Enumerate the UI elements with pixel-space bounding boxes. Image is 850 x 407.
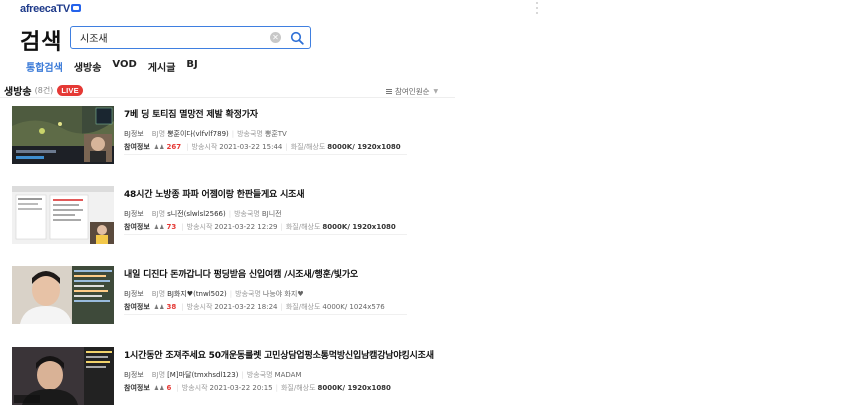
live-badge: LIVE xyxy=(57,85,83,96)
sort-dropdown[interactable]: 참여인원순 ▼ xyxy=(386,86,438,97)
section-count: (8건) xyxy=(34,86,54,95)
chevron-down-icon: ▼ xyxy=(433,88,439,95)
person-thumbnail-image xyxy=(12,347,114,405)
start-time: 2021-03-22 18:24 xyxy=(214,303,278,311)
viewer-count: 38 xyxy=(166,303,177,311)
search-icon[interactable] xyxy=(290,31,304,45)
viewer-count: 267 xyxy=(166,143,182,151)
clear-icon[interactable]: ✕ xyxy=(270,32,281,43)
person-icon: ♟♟ xyxy=(153,223,165,231)
person-icon: ♟♟ xyxy=(153,384,165,392)
bj-info-row: BJ정보 BJ명 뽕훈이다(vlfvlf789) | 방송국명 뽕훈TV xyxy=(124,129,287,139)
person-icon: ♟♟ xyxy=(153,143,165,151)
sort-label: 참여인원순 xyxy=(395,87,430,96)
participation-row: 참여정보 ♟♟ 267 | 방송시작 2021-03-22 15:44 | 화질… xyxy=(124,143,401,151)
participation-row: 참여정보 ♟♟ 6 | 방송시작 2021-03-22 20:15 | 화질/해… xyxy=(124,384,391,392)
start-time: 2021-03-22 12:29 xyxy=(214,223,278,231)
station-link[interactable]: 뽕훈TV xyxy=(265,129,287,139)
search-box[interactable]: ✕ xyxy=(70,26,311,49)
afreecatv-logo[interactable]: afreecaTV xyxy=(20,3,81,15)
live-section-header: 생방송 (8건) LIVE xyxy=(4,83,83,98)
stream-card[interactable]: 7베 딩 토티짐 멸망전 제발 확정가자 BJ정보 BJ명 뽕훈이다(vlfvl… xyxy=(12,106,452,166)
bj-info-row: BJ정보 BJ명 [M]마달(tmxhsdl123) | 방송국명 MADAM xyxy=(124,370,302,380)
kebab-menu-icon[interactable] xyxy=(535,2,539,14)
person-thumbnail-image xyxy=(12,266,114,324)
viewer-count: 73 xyxy=(166,223,177,231)
stream-card[interactable]: 48시간 노방종 파파 어젬이랑 한판들게요 시조새 BJ정보 BJ명 s니전(… xyxy=(12,186,452,246)
tab-live[interactable]: 생방송 xyxy=(74,59,102,74)
bj-name-link[interactable]: BJ화지♥(tnwl502) xyxy=(167,289,227,299)
divider xyxy=(0,97,455,98)
stream-thumbnail[interactable] xyxy=(12,266,114,324)
tv-logo-icon xyxy=(70,4,81,12)
bj-name-link[interactable]: 뽕훈이다(vlfvlf789) xyxy=(167,129,229,139)
tab-bj[interactable]: BJ xyxy=(186,59,197,74)
participation-row: 참여정보 ♟♟ 73 | 방송시작 2021-03-22 12:29 | 화질/… xyxy=(124,223,396,231)
bj-name-link[interactable]: s니전(slwlsl2566) xyxy=(167,209,226,219)
tab-integrated-search[interactable]: 통합검색 xyxy=(26,59,63,74)
station-link[interactable]: BJ니전 xyxy=(262,209,282,219)
stream-title[interactable]: 1시간동안 조져주세요 50개운동룰렛 고민상담업펑소통먹방신입남캠강남야킹시조… xyxy=(124,348,434,361)
game-thumbnail-image xyxy=(12,106,114,164)
quality-value: 8000K/ 1920x1080 xyxy=(322,223,396,231)
search-input[interactable] xyxy=(80,32,270,43)
quality-value: 8000K/ 1920x1080 xyxy=(317,384,391,392)
sort-icon xyxy=(386,89,392,94)
divider xyxy=(124,314,407,315)
tab-posts[interactable]: 게시글 xyxy=(148,59,176,74)
quality-value: 4000K/ 1024x576 xyxy=(322,303,385,311)
stream-thumbnail[interactable] xyxy=(12,186,114,244)
page-title: 검색 xyxy=(20,30,63,55)
screen-thumbnail-image xyxy=(12,186,114,244)
stream-title[interactable]: 7베 딩 토티짐 멸망전 제발 확정가자 xyxy=(124,107,258,120)
start-time: 2021-03-22 20:15 xyxy=(209,384,273,392)
section-title: 생방송 xyxy=(4,87,32,98)
bj-name-link[interactable]: [M]마달(tmxhsdl123) xyxy=(167,370,238,380)
stream-title[interactable]: 내일 디진다 돈까갑니다 펑딩받음 신입여캠 /시조새/행훈/빛가오 xyxy=(124,267,358,280)
tab-vod[interactable]: VOD xyxy=(112,59,136,74)
divider xyxy=(124,234,407,235)
viewer-count: 6 xyxy=(166,384,172,392)
stream-card[interactable]: 내일 디진다 돈까갑니다 펑딩받음 신입여캠 /시조새/행훈/빛가오 BJ정보 … xyxy=(12,266,452,326)
station-link[interactable]: 나능야 화지♥ xyxy=(263,289,304,299)
participation-row: 참여정보 ♟♟ 38 | 방송시작 2021-03-22 18:24 | 화질/… xyxy=(124,303,385,311)
stream-title[interactable]: 48시간 노방종 파파 어젬이랑 한판들게요 시조새 xyxy=(124,187,305,200)
bj-info-row: BJ정보 BJ명 BJ화지♥(tnwl502) | 방송국명 나능야 화지♥ xyxy=(124,289,304,299)
stream-thumbnail[interactable] xyxy=(12,106,114,164)
bj-info-row: BJ정보 BJ명 s니전(slwlsl2566) | 방송국명 BJ니전 xyxy=(124,209,282,219)
stream-thumbnail[interactable] xyxy=(12,347,114,405)
divider xyxy=(124,154,407,155)
start-time: 2021-03-22 15:44 xyxy=(219,143,283,151)
quality-value: 8000K/ 1920x1080 xyxy=(327,143,401,151)
stream-card[interactable]: 1시간동안 조져주세요 50개운동룰렛 고민상담업펑소통먹방신입남캠강남야킹시조… xyxy=(12,347,452,407)
person-icon: ♟♟ xyxy=(153,303,165,311)
search-tabs: 통합검색 생방송 VOD 게시글 BJ xyxy=(26,59,198,74)
station-link[interactable]: MADAM xyxy=(275,371,302,379)
